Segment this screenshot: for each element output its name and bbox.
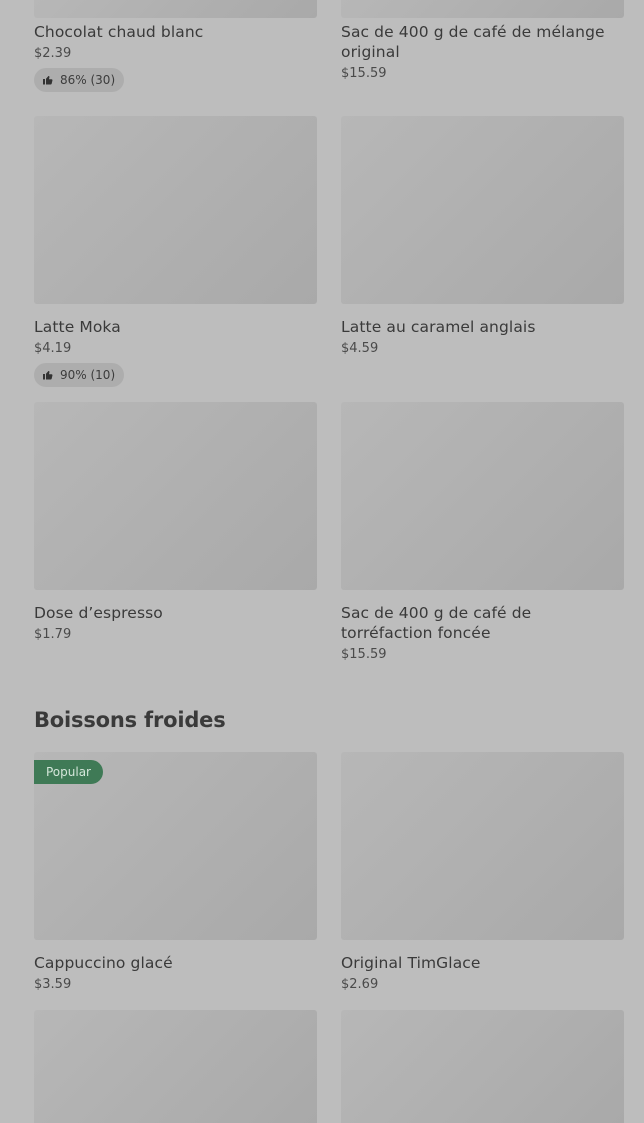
product-price: $1.79 [34, 627, 72, 642]
product-card[interactable]: Latte Moka $4.19 90% (10) [34, 116, 317, 387]
product-price: $15.59 [341, 66, 387, 81]
product-name: Original TimGlace [341, 954, 481, 972]
rating-badge: 90% (10) [34, 363, 125, 387]
product-name: Latte au caramel anglais [341, 318, 536, 336]
product-price: $4.59 [341, 341, 379, 356]
product-card[interactable]: Sac de 400 g de café de mélange original… [341, 0, 624, 92]
rating-text: 86% (30) [60, 73, 116, 87]
product-grid-row: Dose d’espresso $1.79 Sac de 400 g de ca… [34, 402, 624, 664]
menu-page: Chocolat chaud blanc $2.39 86% (30) Sac … [0, 0, 644, 1123]
rating-text: 90% (10) [60, 368, 116, 382]
product-name: Chocolat chaud blanc [34, 23, 204, 41]
product-image [341, 0, 624, 18]
product-card[interactable] [34, 1010, 317, 1123]
product-price: $15.59 [341, 647, 387, 662]
thumbs-up-icon [43, 76, 53, 85]
thumbs-up-icon [43, 371, 53, 380]
product-card[interactable]: Dose d’espresso $1.79 [34, 402, 317, 664]
product-grid-row [34, 1010, 624, 1123]
product-image [341, 1010, 624, 1123]
product-image [34, 402, 317, 590]
product-card[interactable]: Chocolat chaud blanc $2.39 86% (30) [34, 0, 317, 92]
product-card[interactable]: Latte au caramel anglais $4.59 [341, 116, 624, 387]
product-image [341, 752, 624, 940]
product-image: Popular [34, 752, 317, 940]
product-grid-row: Latte Moka $4.19 90% (10) Latte au caram… [34, 116, 624, 387]
product-card[interactable]: Original TimGlace $2.69 [341, 752, 624, 994]
product-grid-row: Chocolat chaud blanc $2.39 86% (30) Sac … [34, 0, 624, 92]
product-card[interactable] [341, 1010, 624, 1123]
product-price: $4.19 [34, 341, 72, 356]
section-title: Boissons froides [34, 708, 226, 732]
product-image [341, 402, 624, 590]
product-name: Sac de 400 g de café de torréfaction fon… [341, 604, 532, 642]
rating-badge: 86% (30) [34, 68, 125, 92]
product-image [34, 0, 317, 18]
product-image [34, 1010, 317, 1123]
product-name: Latte Moka [34, 318, 121, 336]
product-image [341, 116, 624, 304]
product-name: Dose d’espresso [34, 604, 163, 622]
product-price: $2.69 [341, 977, 379, 992]
product-price: $2.39 [34, 46, 72, 61]
product-grid-row: Popular Cappuccino glacé $3.59 Original … [34, 752, 624, 994]
popular-badge: Popular [34, 760, 103, 784]
product-name: Cappuccino glacé [34, 954, 173, 972]
product-card[interactable]: Popular Cappuccino glacé $3.59 [34, 752, 317, 994]
product-image [34, 116, 317, 304]
product-card[interactable]: Sac de 400 g de café de torréfaction fon… [341, 402, 624, 664]
product-name: Sac de 400 g de café de mélange original [341, 23, 605, 61]
product-price: $3.59 [34, 977, 72, 992]
